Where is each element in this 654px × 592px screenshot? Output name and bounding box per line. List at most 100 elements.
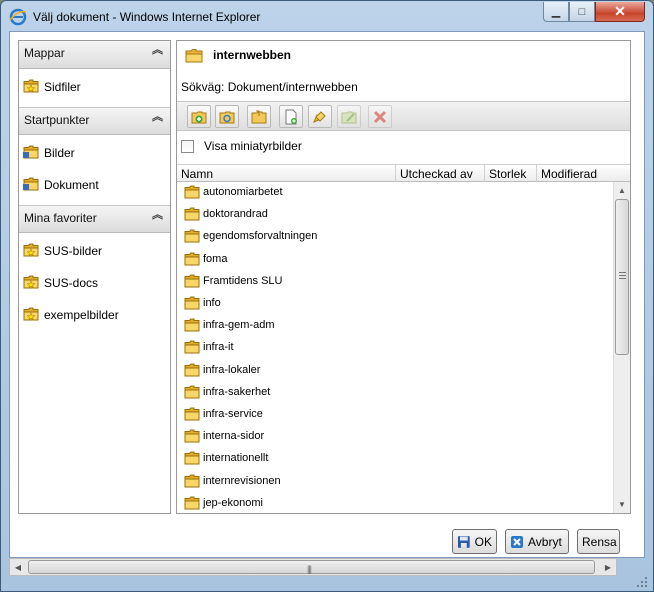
file-row[interactable]: egendomsforvaltningen — [177, 226, 613, 248]
browser-window: Välj dokument - Windows Internet Explore… — [0, 0, 654, 592]
edit-button[interactable] — [337, 105, 361, 128]
column-modified[interactable]: Modifierad — [537, 165, 613, 182]
file-browser: internwebben Sökväg: Dokument/internwebb… — [176, 40, 631, 514]
file-row[interactable]: jep-ekonomi — [177, 493, 613, 513]
folder-icon — [184, 229, 200, 243]
file-row[interactable]: Framtidens SLU — [177, 271, 613, 293]
open-folder-button[interactable] — [247, 105, 271, 128]
cancel-button[interactable]: Avbryt — [505, 529, 569, 554]
minimize-button[interactable]: ▁ — [543, 2, 569, 22]
sidebar-section-title: Startpunkter — [24, 113, 90, 127]
horizontal-scroll-thumb[interactable]: ||| — [28, 560, 595, 574]
edit-icon — [341, 111, 357, 123]
folder-icon — [184, 407, 200, 421]
file-row[interactable]: foma — [177, 249, 613, 271]
file-name: infra-service — [203, 408, 263, 420]
scroll-down-icon[interactable]: ▼ — [614, 496, 630, 512]
file-list-header: Namn Utcheckad av Storlek Modifierad — [177, 164, 630, 182]
minimize-icon: ▁ — [551, 6, 561, 18]
maximize-icon: □ — [578, 5, 586, 18]
current-folder-header: internwebben — [185, 45, 291, 65]
close-button[interactable]: ✕ — [595, 2, 645, 22]
folder-icon — [184, 429, 200, 443]
file-row[interactable]: infra-sakerhet — [177, 382, 613, 404]
sidebar-section-body: Bilder Dokument — [19, 135, 170, 205]
cancel-icon — [511, 535, 523, 548]
file-name: infra-sakerhet — [203, 385, 271, 398]
sidebar-section-header[interactable]: Mina favoriter ︽ — [19, 205, 170, 233]
sidebar-item[interactable]: SUS-docs — [19, 267, 170, 299]
folder-icon — [185, 48, 203, 62]
file-row[interactable]: infra-it — [177, 337, 613, 359]
file-row[interactable]: info — [177, 293, 613, 315]
collapse-chevron-icon[interactable]: ︽ — [152, 112, 163, 123]
scroll-right-icon[interactable]: ▶ — [600, 559, 616, 575]
file-row[interactable]: infra-gem-adm — [177, 315, 613, 337]
rename-button[interactable] — [308, 105, 332, 128]
file-name: infra-lokaler — [203, 363, 261, 376]
toolbar — [177, 101, 630, 131]
sidebar-item[interactable]: Bilder — [19, 137, 170, 169]
sidebar-section-title: Mina favoriter — [24, 211, 97, 225]
resize-grip-icon[interactable] — [635, 575, 649, 589]
clear-label: Rensa — [582, 534, 617, 549]
maximize-button[interactable]: □ — [569, 2, 595, 22]
file-rows: autonomiarbetet doktorandrad egendomsforva… — [177, 182, 613, 513]
sidebar-item[interactable]: SUS-bilder — [19, 235, 170, 267]
delete-button[interactable] — [368, 105, 392, 128]
collapse-chevron-icon[interactable]: ︽ — [152, 45, 163, 56]
file-row[interactable]: infra-lokaler — [177, 360, 613, 382]
refresh-folder-icon — [219, 111, 235, 123]
ok-button[interactable]: OK — [452, 529, 497, 554]
sidebar-section-header[interactable]: Startpunkter ︽ — [19, 107, 170, 135]
folder-icon — [184, 252, 200, 266]
open-folder-icon — [251, 110, 267, 123]
sidebar-section-header[interactable]: Mappar ︽ — [19, 41, 170, 69]
sidebar-item[interactable]: Dokument — [19, 169, 170, 201]
file-row[interactable]: doktorandrad — [177, 204, 613, 226]
file-name: infra-gem-adm — [203, 319, 275, 332]
file-row[interactable]: autonomiarbetet — [177, 182, 613, 204]
file-name: autonomiarbetet — [203, 186, 283, 198]
folder-icon — [184, 207, 200, 221]
sidebar-item-label: exempelbilder — [44, 308, 119, 322]
clear-button[interactable]: Rensa — [577, 529, 620, 554]
sidebar: Mappar ︽ Sidfiler Startpunkter ︽ Bilder Dokume… — [18, 40, 171, 514]
vertical-scroll-thumb[interactable] — [615, 199, 629, 355]
refresh-folder-button[interactable] — [215, 105, 239, 128]
rename-icon — [313, 110, 326, 123]
scroll-left-icon[interactable]: ◀ — [10, 559, 26, 575]
sidebar-item[interactable]: Sidfiler — [19, 71, 170, 103]
scroll-up-icon[interactable]: ▲ — [614, 182, 630, 198]
folder-icon — [184, 496, 200, 510]
column-checked-out-by[interactable]: Utcheckad av — [396, 165, 485, 182]
column-name[interactable]: Namn — [177, 165, 396, 182]
title-bar: Välj dokument - Windows Internet Explore… — [1, 1, 653, 33]
thumbnails-checkbox[interactable] — [181, 139, 194, 153]
column-size[interactable]: Storlek — [485, 165, 537, 182]
ok-label: OK — [474, 534, 492, 549]
file-name: doktorandrad — [203, 208, 268, 221]
sidebar-item[interactable]: exempelbilder — [19, 299, 170, 331]
save-icon — [457, 535, 470, 548]
folder-icon — [184, 363, 200, 377]
grip-icon: ||| — [307, 564, 312, 574]
file-row[interactable]: interna-sidor — [177, 426, 613, 448]
folder-icon — [184, 185, 200, 199]
file-name: interna-sidor — [203, 430, 265, 443]
folder-icon — [23, 145, 39, 159]
thumbnails-toggle[interactable]: Visa miniatyrbilder — [181, 137, 302, 155]
file-row[interactable]: internrevisionen — [177, 471, 613, 493]
sidebar-item-label: SUS-docs — [44, 276, 99, 290]
sidebar-section-body: SUS-bilder SUS-docs exempelbilder — [19, 233, 170, 335]
collapse-chevron-icon[interactable]: ︽ — [152, 210, 163, 221]
horizontal-scrollbar[interactable]: ◀ ||| ▶ — [9, 558, 617, 576]
new-file-button[interactable] — [279, 105, 303, 128]
file-row[interactable]: internationellt — [177, 448, 613, 470]
vertical-scrollbar[interactable]: ▲ ▼ — [613, 182, 630, 513]
grip-icon — [619, 272, 626, 279]
folder-icon — [184, 296, 200, 310]
file-row[interactable]: infra-service — [177, 404, 613, 426]
file-name: Framtidens SLU — [203, 274, 283, 287]
add-folder-button[interactable] — [187, 105, 211, 128]
